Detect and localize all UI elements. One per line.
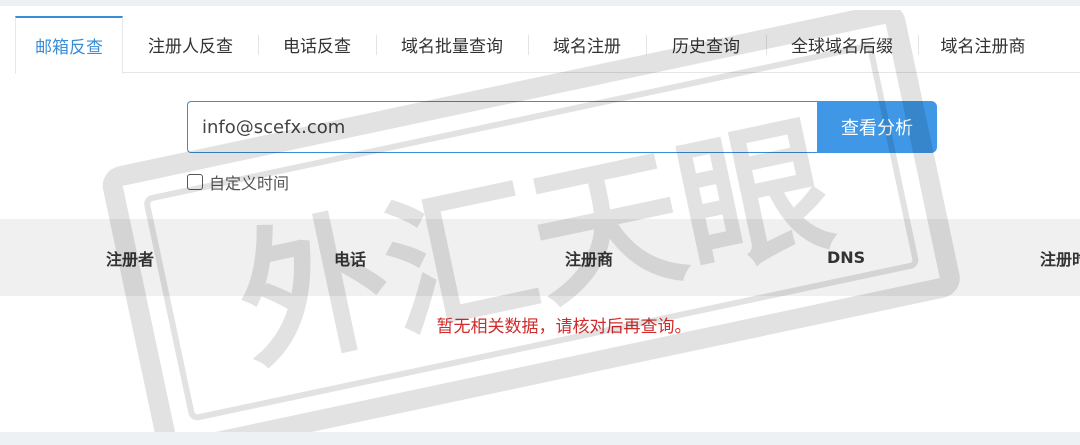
tab-domain-registrar[interactable]: 域名注册商 <box>918 16 1048 73</box>
tab-registrant-reverse[interactable]: 注册人反查 <box>123 16 258 73</box>
bottom-strip <box>0 432 1080 445</box>
tab-phone-reverse[interactable]: 电话反查 <box>258 16 376 73</box>
tab-label: 注册人反查 <box>148 37 233 57</box>
top-strip <box>0 0 1080 6</box>
custom-time-filter[interactable]: 自定义时间 <box>187 170 289 194</box>
results-table-header: 注册者 电话 注册商 DNS 注册时间 <box>0 219 1080 296</box>
tab-label: 域名注册 <box>553 37 621 57</box>
email-search-input[interactable] <box>187 101 817 153</box>
tab-bar: 邮箱反查 注册人反查 电话反查 域名批量查询 域名注册 历史查询 全球域名后缀 … <box>15 16 1080 74</box>
tab-global-domain-suffix[interactable]: 全球域名后缀 <box>766 16 918 73</box>
analyze-button[interactable]: 查看分析 <box>817 101 937 153</box>
search-row: 查看分析 <box>187 101 937 153</box>
tab-label: 电话反查 <box>283 37 351 57</box>
tab-email-reverse[interactable]: 邮箱反查 <box>15 16 123 74</box>
tab-label: 全球域名后缀 <box>791 37 893 57</box>
custom-time-checkbox[interactable] <box>187 174 203 190</box>
tab-batch-domain-query[interactable]: 域名批量查询 <box>376 16 528 73</box>
tab-label: 域名注册商 <box>940 37 1026 57</box>
tab-label: 历史查询 <box>672 37 740 57</box>
tab-label: 域名批量查询 <box>401 37 503 57</box>
custom-time-label: 自定义时间 <box>209 174 290 193</box>
tab-domain-registration[interactable]: 域名注册 <box>528 16 646 73</box>
column-header-registrant: 注册者 <box>106 249 155 269</box>
column-header-dns: DNS <box>827 248 866 267</box>
tab-history-query[interactable]: 历史查询 <box>646 16 766 73</box>
empty-results-message: 暂无相关数据，请核对后再查询。 <box>436 317 692 337</box>
column-header-registrar: 注册商 <box>565 249 614 269</box>
column-header-registration-time: 注册时间 <box>1040 249 1080 269</box>
column-header-phone: 电话 <box>334 249 367 269</box>
tab-label: 邮箱反查 <box>35 38 103 58</box>
